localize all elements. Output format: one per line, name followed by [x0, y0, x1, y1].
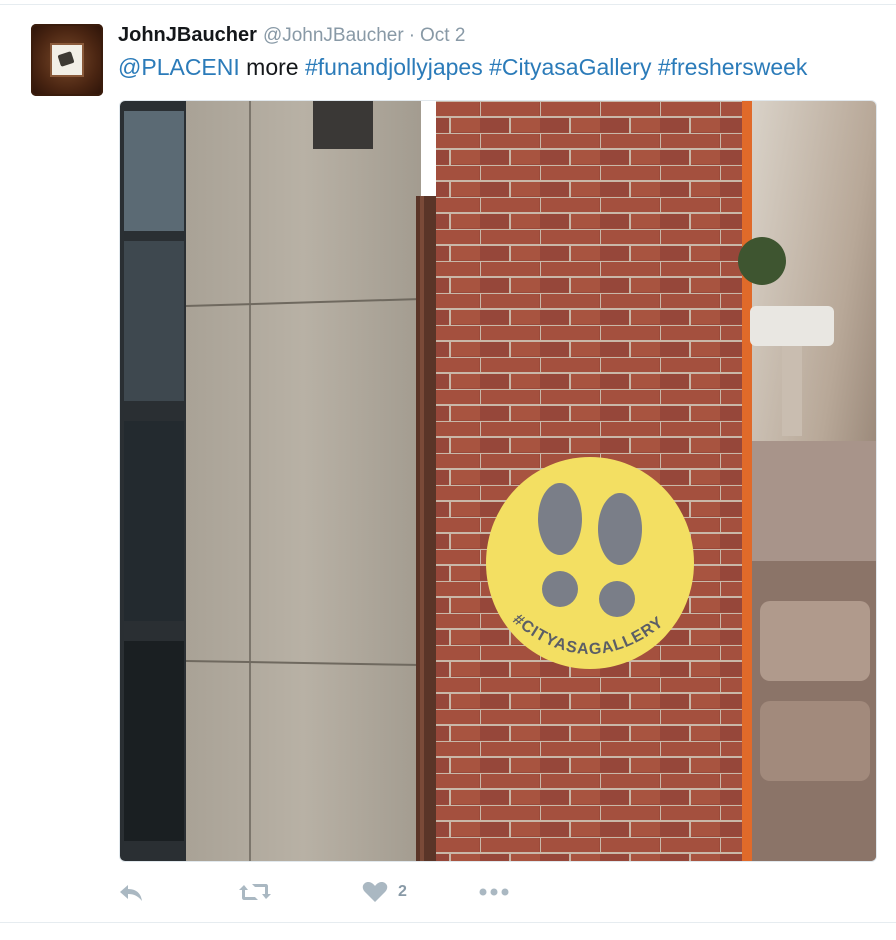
like-count: 2 — [398, 883, 407, 900]
like-button[interactable]: 2 — [362, 876, 407, 908]
retweet-button[interactable] — [238, 876, 272, 908]
avatar-image — [50, 43, 84, 77]
avatar[interactable] — [31, 24, 103, 96]
reply-button[interactable] — [118, 876, 146, 908]
tweet-word: more — [246, 54, 299, 80]
footprint-sticker: #CITYASAGALLERY — [486, 457, 694, 669]
tweet-photo[interactable]: #CITYASAGALLERY — [119, 100, 877, 862]
retweet-icon — [239, 884, 271, 900]
header-separator: · — [408, 25, 416, 46]
stone-column — [185, 101, 422, 861]
hashtag-link[interactable]: #freshersweek — [658, 54, 808, 80]
display-name[interactable]: JohnJBaucher — [118, 24, 257, 47]
more-button[interactable] — [478, 876, 510, 908]
hashtag-link[interactable]: #CityasaGallery — [489, 54, 651, 80]
bottom-divider — [0, 922, 896, 923]
tweet-date[interactable]: Oct 2 — [420, 25, 465, 47]
drain-pipe — [416, 196, 436, 861]
left-window — [120, 101, 188, 861]
reply-icon — [120, 885, 142, 901]
hashtag-link[interactable]: #funandjollyjapes — [305, 54, 483, 80]
heart-icon — [362, 882, 388, 902]
tweet-header: JohnJBaucher @JohnJBaucher · Oct 2 — [118, 24, 465, 50]
user-handle[interactable]: @JohnJBaucher — [263, 25, 404, 47]
mention-link[interactable]: @PLACENI — [118, 54, 240, 80]
shop-window — [738, 101, 876, 861]
tweet-actions: 2 — [118, 876, 538, 908]
top-divider — [0, 4, 896, 5]
more-icon — [479, 888, 509, 896]
tweet-text: @PLACENI more #funandjollyjapes #Cityasa… — [118, 54, 807, 81]
